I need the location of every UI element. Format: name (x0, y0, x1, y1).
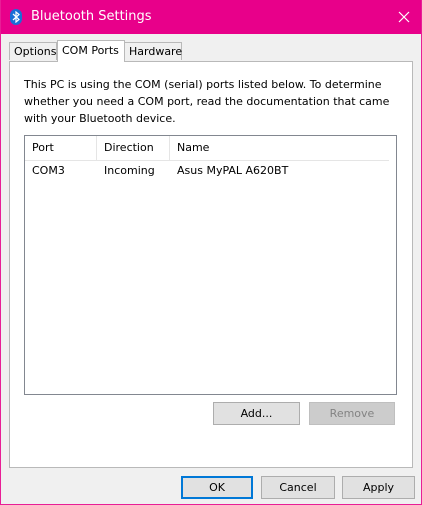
com-ports-list[interactable]: Port Direction Name COM3 Incoming Asus M… (24, 135, 397, 395)
list-row[interactable]: COM3 Incoming Asus MyPAL A620BT (25, 161, 389, 181)
cancel-button[interactable]: Cancel (261, 476, 335, 499)
cell-port: COM3 (32, 164, 65, 177)
com-ports-description: This PC is using the COM (serial) ports … (24, 78, 390, 125)
column-header-name[interactable]: Name (170, 136, 389, 160)
tab-options[interactable]: Options (9, 42, 57, 60)
close-button[interactable] (387, 0, 421, 34)
column-header-port[interactable]: Port (25, 136, 97, 160)
bluetooth-icon (10, 9, 22, 25)
cell-name: Asus MyPAL A620BT (177, 164, 289, 177)
close-icon (398, 11, 410, 23)
tab-hardware[interactable]: Hardware (124, 42, 182, 60)
bluetooth-settings-dialog: Bluetooth Settings Options COM Ports Har… (0, 0, 422, 505)
window-title: Bluetooth Settings (31, 9, 152, 24)
add-button[interactable]: Add... (213, 402, 300, 425)
title-bar: Bluetooth Settings (1, 0, 421, 34)
ok-button[interactable]: OK (181, 476, 253, 499)
remove-button[interactable]: Remove (309, 402, 395, 425)
column-header-direction[interactable]: Direction (97, 136, 170, 160)
tab-com-ports[interactable]: COM Ports (57, 40, 125, 62)
list-header: Port Direction Name (25, 136, 389, 161)
apply-button[interactable]: Apply (342, 476, 415, 499)
cell-direction: Incoming (104, 164, 155, 177)
com-ports-panel: This PC is using the COM (serial) ports … (9, 61, 413, 468)
